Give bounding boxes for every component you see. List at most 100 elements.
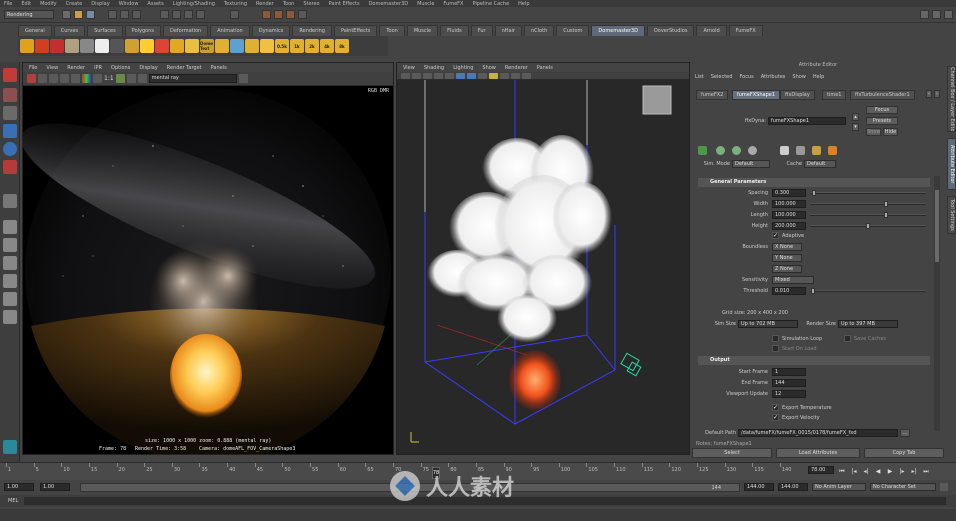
layout-four-icon[interactable] xyxy=(3,238,17,252)
presets-button[interactable]: Presets xyxy=(866,117,898,125)
menu-fumefx[interactable]: FumeFX xyxy=(443,1,463,7)
menu-modify[interactable]: Modify xyxy=(40,1,57,7)
simulation-loop-checkbox[interactable] xyxy=(772,335,779,342)
start-on-load-checkbox[interactable] xyxy=(772,345,779,352)
wireframe-icon[interactable] xyxy=(456,72,465,79)
open-scene-icon[interactable] xyxy=(74,10,83,19)
step-back-icon[interactable]: ◂| xyxy=(862,468,870,476)
ipr-icon[interactable] xyxy=(38,74,47,83)
ae-menu-help[interactable]: Help xyxy=(813,74,824,80)
image-plane-icon[interactable] xyxy=(434,72,443,79)
node-tab-time1[interactable]: time1 xyxy=(822,90,847,100)
playback-end-field[interactable]: 144.00 xyxy=(744,483,774,491)
anim-start-field[interactable]: 1.00 xyxy=(4,483,34,491)
snapshot-icon[interactable] xyxy=(71,74,80,83)
snap-plane-icon[interactable] xyxy=(196,10,205,19)
viewport-menu-renderer[interactable]: Renderer xyxy=(505,65,528,71)
export-velocity-checkbox[interactable]: ✓ xyxy=(772,414,779,421)
play-backward-icon[interactable]: ◀ xyxy=(874,468,882,476)
prefs-icon[interactable] xyxy=(940,483,948,491)
step-forward-key-icon[interactable]: ▸| xyxy=(910,468,918,476)
tab-doverstudios[interactable]: DoverStudios xyxy=(646,25,695,36)
threshold-field[interactable]: 0.010 xyxy=(772,287,806,295)
alpha-channel-icon[interactable] xyxy=(93,74,102,83)
xray-icon[interactable] xyxy=(511,72,520,79)
menu-texturing[interactable]: Texturing xyxy=(224,1,247,7)
fumefx-shelf-icon[interactable] xyxy=(3,440,17,454)
render-menu-render[interactable]: Render xyxy=(67,65,85,71)
menu-domemaster3d[interactable]: Domemaster3D xyxy=(369,1,409,7)
keep-image-icon[interactable] xyxy=(115,74,125,83)
select-tool-icon[interactable] xyxy=(3,68,17,82)
shelf-icon-21[interactable]: 8k xyxy=(335,39,349,53)
attribute-scrollbar[interactable] xyxy=(934,176,940,431)
wrench-icon[interactable] xyxy=(812,146,821,155)
cache-select[interactable]: Default xyxy=(804,160,836,168)
camera-attr-icon[interactable] xyxy=(412,72,421,79)
start-sim-icon[interactable] xyxy=(698,146,707,155)
preview-icon[interactable] xyxy=(732,146,741,155)
ae-menu-attributes[interactable]: Attributes xyxy=(761,74,786,80)
copy-tab-button[interactable]: Copy Tab xyxy=(864,448,944,458)
ae-menu-show[interactable]: Show xyxy=(792,74,806,80)
attribute-scrollbar-thumb[interactable] xyxy=(935,190,939,262)
refresh-icon[interactable] xyxy=(49,74,58,83)
bookmark-icon[interactable] xyxy=(423,72,432,79)
smooth-shade-icon[interactable] xyxy=(467,72,476,79)
threshold-slider-knob[interactable] xyxy=(811,288,815,294)
select-component-icon[interactable] xyxy=(132,10,141,19)
menu-help[interactable]: Help xyxy=(518,1,529,7)
shelf-icon-9[interactable] xyxy=(155,39,169,53)
tab-surfaces[interactable]: Surfaces xyxy=(87,25,123,36)
viewport-3d[interactable] xyxy=(397,80,689,454)
threshold-slider[interactable] xyxy=(810,288,926,294)
menu-toon[interactable]: Toon xyxy=(283,1,295,7)
height-slider[interactable] xyxy=(810,223,926,229)
grid-icon[interactable] xyxy=(445,72,454,79)
ae-menu-selected[interactable]: Selected xyxy=(711,74,733,80)
new-scene-icon[interactable] xyxy=(62,10,71,19)
scale-tool-icon[interactable] xyxy=(3,160,17,174)
camera-select-icon[interactable] xyxy=(401,72,410,79)
tab-fumefx[interactable]: FumeFX xyxy=(728,25,763,36)
render-menu-ipr[interactable]: IPR xyxy=(94,65,102,71)
tab-domemaster3d[interactable]: Domemaster3D xyxy=(591,25,645,36)
step-forward-icon[interactable]: |▸ xyxy=(898,468,906,476)
renderer-select[interactable]: mental ray xyxy=(148,74,237,83)
tab-dynamics[interactable]: Dynamics xyxy=(251,25,291,36)
shelf-icon-16[interactable] xyxy=(260,39,274,53)
render-menu-options[interactable]: Options xyxy=(111,65,130,71)
tab-muscle[interactable]: Muscle xyxy=(406,25,439,36)
hypershade-icon[interactable] xyxy=(298,10,307,19)
tab-painteffects[interactable]: PaintEffects xyxy=(333,25,378,36)
menu-edit[interactable]: Edit xyxy=(21,1,31,7)
layout-hypershade-icon[interactable] xyxy=(3,310,17,324)
continue-sim-icon[interactable] xyxy=(716,146,725,155)
boundless-y-select[interactable]: Y None xyxy=(772,254,802,262)
paint-select-icon[interactable] xyxy=(3,106,17,120)
render-menu-display[interactable]: Display xyxy=(139,65,157,71)
length-field[interactable]: 100.000 xyxy=(772,211,806,219)
viewport-update-field[interactable]: 12 xyxy=(772,390,806,398)
node-down-icon[interactable]: ▾ xyxy=(852,123,859,131)
shelf-icon-11[interactable] xyxy=(185,39,199,53)
history-icon[interactable] xyxy=(230,10,239,19)
height-slider-knob[interactable] xyxy=(866,223,870,229)
shelf-icon-6[interactable] xyxy=(110,39,124,53)
settings-icon[interactable] xyxy=(796,146,805,155)
snap-curve-icon[interactable] xyxy=(172,10,181,19)
boundless-z-select[interactable]: Z None xyxy=(772,265,802,273)
length-slider[interactable] xyxy=(810,212,926,218)
width-slider-knob[interactable] xyxy=(884,201,888,207)
anim-layer-select[interactable]: No Anim Layer xyxy=(812,483,866,491)
tab-fur[interactable]: Fur xyxy=(470,25,493,36)
ipr-render-icon[interactable] xyxy=(274,10,283,19)
select-hierarchy-icon[interactable] xyxy=(108,10,117,19)
shelf-icon-17[interactable]: 0.5k xyxy=(275,39,289,53)
lasso-tool-icon[interactable] xyxy=(3,88,17,102)
menu-render[interactable]: Render xyxy=(256,1,274,7)
shelf-icon-8[interactable] xyxy=(140,39,154,53)
stop-icon[interactable] xyxy=(748,146,757,155)
tab-rendering[interactable]: Rendering xyxy=(292,25,332,36)
shelf-icon-12[interactable]: Dome Text xyxy=(200,39,214,53)
